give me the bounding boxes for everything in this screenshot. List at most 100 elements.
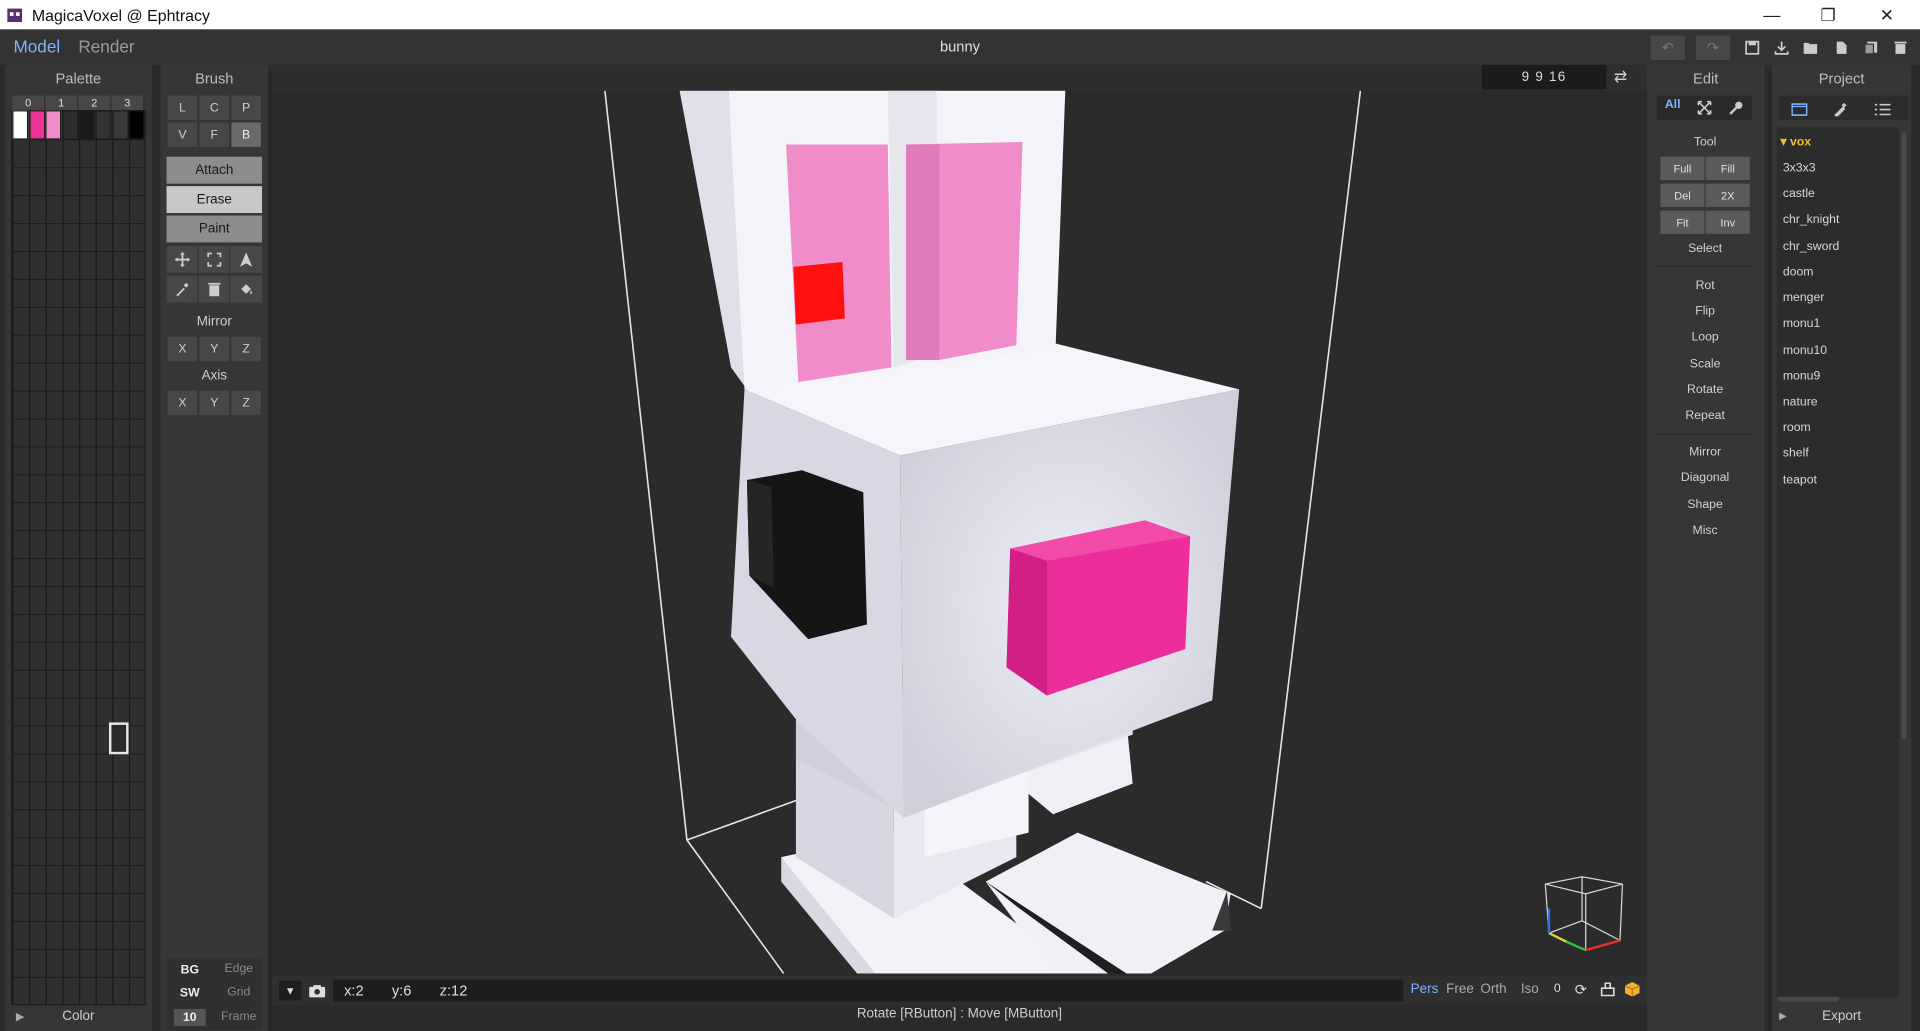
brush-f-button[interactable]: F (199, 122, 229, 147)
project-item[interactable]: room (1783, 421, 1811, 434)
minimize-icon[interactable]: — (1744, 0, 1800, 29)
project-item[interactable]: 3x3x3 (1783, 162, 1816, 175)
project-scrollbar[interactable] (1901, 132, 1907, 740)
view-orth[interactable]: Orth (1480, 982, 1506, 997)
redo-icon[interactable]: ↷ (1695, 35, 1731, 60)
palette-tab-3[interactable]: 3 (111, 95, 145, 111)
menu-triangle-icon[interactable]: ▼ (279, 980, 302, 1001)
op-rot[interactable]: Rot (1651, 279, 1760, 292)
save-as-icon[interactable] (1767, 36, 1796, 60)
trash-icon[interactable] (198, 275, 229, 303)
op-repeat[interactable]: Repeat (1651, 409, 1760, 422)
view-pers[interactable]: Pers (1411, 982, 1439, 997)
expand-icon[interactable] (1697, 99, 1712, 121)
view-free[interactable]: Free (1446, 982, 1474, 997)
attach-button[interactable]: Attach (166, 156, 263, 184)
brush-c-button[interactable]: C (199, 95, 229, 120)
palette-tab-0[interactable]: 0 (12, 95, 46, 111)
delete-file-icon[interactable] (1886, 36, 1915, 60)
palette-swatch[interactable] (128, 110, 145, 140)
palette-swatch[interactable] (112, 110, 129, 140)
edge-label[interactable]: Edge (218, 962, 260, 975)
frame-count[interactable]: 10 (173, 1008, 206, 1027)
voxel-cube-icon[interactable] (1624, 981, 1640, 1003)
list-tab-icon[interactable] (1874, 100, 1891, 122)
palette-swatch[interactable] (45, 110, 62, 140)
frame-label[interactable]: Frame (218, 1010, 260, 1023)
mirror-z-button[interactable]: Z (231, 336, 261, 362)
layout-icon[interactable] (1600, 981, 1615, 1003)
brush-v-button[interactable]: V (167, 122, 198, 147)
axis-x-button[interactable]: X (167, 390, 198, 416)
cursor-icon[interactable] (230, 246, 263, 274)
project-item[interactable]: teapot (1783, 474, 1817, 487)
tool-del-button[interactable]: Del (1660, 183, 1705, 207)
paint-bucket-icon[interactable] (230, 275, 263, 303)
tool-inv-button[interactable]: Inv (1705, 210, 1750, 234)
project-item[interactable]: nature (1783, 396, 1818, 409)
save-icon[interactable] (1738, 36, 1767, 60)
folder-vox[interactable]: ▾ vox (1780, 136, 1811, 149)
project-item[interactable]: menger (1783, 291, 1825, 304)
folder-tab-icon[interactable] (1791, 100, 1808, 122)
op-loop[interactable]: Loop (1651, 331, 1760, 344)
model-dimensions[interactable]: 9 9 16 (1481, 64, 1607, 90)
brush-tab-icon[interactable] (1833, 100, 1848, 122)
palette-swatch[interactable] (78, 110, 95, 140)
eyedropper-icon[interactable] (166, 275, 198, 303)
view-iso[interactable]: Iso (1521, 982, 1539, 997)
export-button[interactable]: Export (1772, 1009, 1912, 1024)
tool-fill-button[interactable]: Fill (1705, 156, 1750, 180)
grid-label[interactable]: Grid (218, 986, 260, 999)
mirror-y-button[interactable]: Y (199, 336, 229, 362)
new-file-icon[interactable] (1827, 36, 1856, 60)
palette-tab-2[interactable]: 2 (78, 95, 112, 111)
select-box-icon[interactable] (198, 246, 229, 274)
project-item[interactable]: chr_knight (1783, 213, 1839, 226)
palette-tab-1[interactable]: 1 (45, 95, 79, 111)
close-icon[interactable]: ✕ (1859, 0, 1915, 29)
tool-2x-button[interactable]: 2X (1705, 183, 1750, 207)
erase-button[interactable]: Erase (166, 186, 263, 214)
select-button[interactable]: Select (1651, 242, 1760, 255)
project-hscrollbar[interactable] (1777, 996, 1840, 1002)
swap-icon[interactable]: ⇄ (1614, 67, 1627, 87)
project-item[interactable]: monu10 (1783, 344, 1827, 357)
tool-full-button[interactable]: Full (1660, 156, 1705, 180)
restore-icon[interactable]: ❐ (1800, 0, 1856, 29)
project-item[interactable]: chr_sword (1783, 240, 1839, 253)
project-item[interactable]: shelf (1783, 447, 1809, 460)
brush-b-button[interactable]: B (231, 122, 261, 147)
filter-all-button[interactable]: All (1659, 98, 1686, 118)
op-scale[interactable]: Scale (1651, 358, 1760, 371)
palette-selection[interactable] (108, 722, 129, 755)
3d-viewport[interactable] (271, 90, 1647, 974)
op-misc[interactable]: Misc (1651, 524, 1760, 537)
op-flip[interactable]: Flip (1651, 305, 1760, 318)
project-item[interactable]: doom (1783, 266, 1814, 279)
paint-button[interactable]: Paint (166, 215, 263, 243)
orientation-cube-icon[interactable] (1539, 872, 1627, 960)
palette-swatch[interactable] (12, 110, 29, 140)
palette-swatch[interactable] (62, 110, 79, 140)
palette-grid[interactable] (11, 110, 146, 1006)
brush-p-button[interactable]: P (231, 95, 261, 120)
op-shape[interactable]: Shape (1651, 498, 1760, 511)
undo-icon[interactable]: ↶ (1650, 35, 1685, 60)
project-item[interactable]: castle (1783, 187, 1815, 200)
tool-fit-button[interactable]: Fit (1660, 210, 1705, 234)
op-mirror[interactable]: Mirror (1651, 446, 1760, 459)
reset-view-icon[interactable]: ⟳ (1575, 981, 1587, 998)
palette-swatch[interactable] (28, 110, 45, 140)
op-rotate[interactable]: Rotate (1651, 383, 1760, 396)
axis-y-button[interactable]: Y (199, 390, 229, 416)
wrench-icon[interactable] (1729, 99, 1744, 121)
move-icon[interactable] (166, 246, 198, 274)
camera-icon[interactable] (306, 981, 328, 1001)
palette-swatch[interactable] (95, 110, 112, 140)
project-item[interactable]: monu1 (1783, 317, 1820, 330)
copy-file-icon[interactable] (1856, 36, 1885, 60)
project-item[interactable]: monu9 (1783, 370, 1820, 383)
op-diagonal[interactable]: Diagonal (1651, 471, 1760, 484)
bg-toggle[interactable]: BG (171, 961, 208, 979)
